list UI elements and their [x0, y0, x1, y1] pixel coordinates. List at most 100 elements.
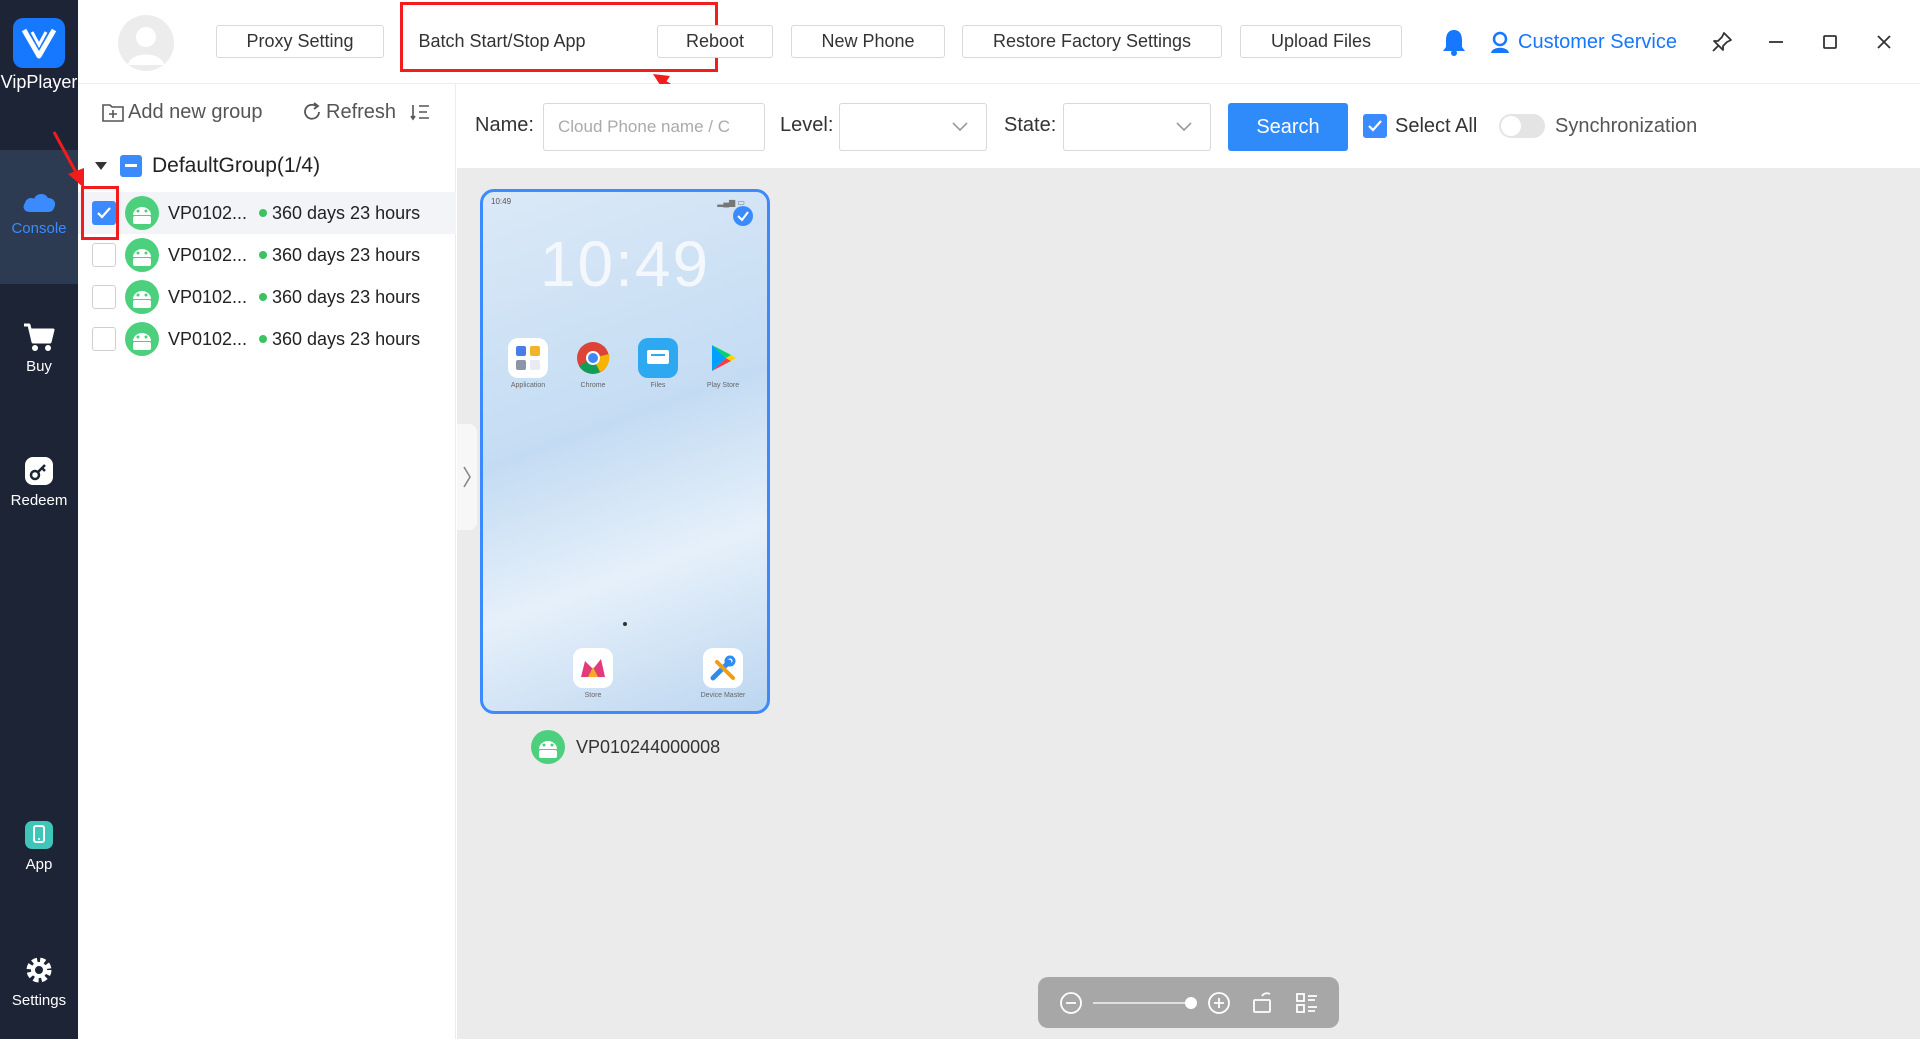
tools-icon	[703, 648, 743, 688]
nav-redeem[interactable]: Redeem	[0, 456, 78, 509]
gear-icon	[26, 957, 52, 983]
nav-console-label: Console	[11, 220, 67, 237]
online-status-dot	[259, 335, 267, 343]
device-remaining-time: 360 days 23 hours	[272, 202, 421, 223]
online-status-dot	[259, 293, 267, 301]
select-all-checkbox[interactable]: Select All	[1363, 114, 1477, 138]
nav-app[interactable]: App	[0, 820, 78, 873]
zoom-slider-track[interactable]	[1093, 1002, 1193, 1004]
nav-redeem-label: Redeem	[10, 492, 68, 509]
sort-list-icon[interactable]	[410, 98, 430, 126]
cloud-phone-card[interactable]: 10:49 ▂▄▆ ▭ 10:49 Application Chrome Fil…	[480, 189, 770, 714]
app-files[interactable]: Files	[631, 338, 685, 389]
vipplayer-logo-icon	[13, 18, 65, 68]
device-checkbox[interactable]	[92, 285, 116, 309]
group-header[interactable]: DefaultGroup(1/4)	[94, 150, 320, 182]
device-name: VP0102...	[168, 286, 248, 307]
device-row[interactable]: VP0102... 360 days 23 hours	[78, 276, 456, 318]
synchronization-toggle[interactable]: Synchronization	[1499, 114, 1697, 138]
upload-files-button[interactable]: Upload Files	[1240, 25, 1402, 58]
android-device-icon	[125, 196, 159, 230]
state-filter-label: State:	[1004, 114, 1057, 136]
chevron-right-icon	[463, 466, 471, 488]
android-device-icon	[125, 238, 159, 272]
reboot-button[interactable]: Reboot	[657, 25, 773, 58]
pin-icon[interactable]	[1708, 28, 1736, 56]
main-panel: Name: Cloud Phone name / C Level: State:…	[457, 84, 1920, 1039]
refresh-label: Refresh	[326, 100, 397, 123]
new-phone-button[interactable]: New Phone	[791, 25, 945, 58]
select-all-label: Select All	[1395, 114, 1478, 137]
key-icon	[25, 457, 53, 485]
toggle-switch	[1499, 114, 1545, 138]
online-status-dot	[259, 251, 267, 259]
device-row[interactable]: VP0102... 360 days 23 hours	[78, 234, 456, 276]
nav-settings-label: Settings	[11, 992, 67, 1009]
android-device-icon	[531, 730, 565, 764]
user-avatar[interactable]	[118, 15, 174, 71]
collapse-sidebar-handle[interactable]	[457, 424, 477, 530]
device-row[interactable]: VP0102... 360 days 23 hours	[78, 192, 456, 234]
zoom-slider-knob[interactable]	[1185, 997, 1197, 1009]
chevron-down-icon	[952, 122, 968, 132]
group-label: DefaultGroup(1/4)	[152, 154, 321, 177]
name-filter-input[interactable]: Cloud Phone name / C	[543, 103, 765, 151]
zoom-toolbar	[1038, 977, 1339, 1028]
device-remaining-time: 360 days 23 hours	[272, 328, 421, 349]
app-store[interactable]: Store	[566, 648, 620, 699]
synchronization-label: Synchronization	[1555, 114, 1698, 137]
cloud-icon	[23, 193, 56, 212]
refresh-button[interactable]: Refresh	[302, 98, 396, 126]
filter-bar: Name: Cloud Phone name / C Level: State:…	[457, 84, 1920, 168]
level-filter-label: Level:	[780, 114, 834, 136]
app-label: Device Master	[700, 692, 746, 699]
customer-service-link[interactable]: Customer Service	[1488, 28, 1677, 56]
close-icon[interactable]	[1870, 28, 1898, 56]
group-checkbox[interactable]	[120, 155, 142, 177]
add-new-group-label: Add new group	[128, 100, 263, 123]
folder-icon	[508, 338, 548, 378]
app-application[interactable]: Application	[501, 338, 555, 389]
minimize-icon[interactable]	[1762, 28, 1790, 56]
customer-service-icon	[1491, 31, 1509, 53]
device-checkbox[interactable]	[92, 327, 116, 351]
notification-bell-icon[interactable]	[1440, 28, 1468, 56]
app-device-master[interactable]: Device Master	[696, 648, 750, 699]
proxy-setting-button[interactable]: Proxy Setting	[216, 25, 384, 58]
add-new-group-button[interactable]: Add new group	[102, 98, 263, 126]
refresh-icon	[304, 102, 320, 120]
zoom-in-icon[interactable]	[1206, 990, 1232, 1016]
android-device-icon	[125, 280, 159, 314]
layout-list-icon[interactable]	[1294, 990, 1320, 1016]
play-store-icon	[703, 338, 743, 378]
chrome-icon	[573, 338, 613, 378]
nav-settings[interactable]: Settings	[0, 954, 78, 1009]
online-status-dot	[259, 209, 267, 217]
checkbox-checked-icon	[1363, 114, 1387, 138]
rotate-icon[interactable]	[1250, 990, 1276, 1016]
app-label: Play Store	[706, 382, 740, 389]
device-remaining-time: 360 days 23 hours	[272, 286, 421, 307]
device-row[interactable]: VP0102... 360 days 23 hours	[78, 318, 456, 360]
restore-factory-settings-button[interactable]: Restore Factory Settings	[962, 25, 1222, 58]
level-select[interactable]	[839, 103, 987, 151]
state-select[interactable]	[1063, 103, 1211, 151]
name-filter-label: Name:	[475, 114, 534, 136]
zoom-out-icon[interactable]	[1058, 990, 1084, 1016]
app-chrome[interactable]: Chrome	[566, 338, 620, 389]
nav-buy[interactable]: Buy	[0, 322, 78, 375]
chevron-down-icon	[1176, 122, 1192, 132]
store-icon	[573, 648, 613, 688]
customer-service-label: Customer Service	[1518, 30, 1677, 53]
device-name: VP0102...	[168, 244, 248, 265]
lockscreen-clock: 10:49	[539, 228, 711, 300]
phone-id-label: VP010244000008	[530, 729, 720, 765]
app-name: VipPlayer	[0, 72, 78, 92]
device-name: VP0102...	[168, 328, 248, 349]
maximize-icon[interactable]	[1816, 28, 1844, 56]
phone-status-time: 10:49	[491, 197, 512, 206]
device-checkbox[interactable]	[92, 243, 116, 267]
app-play-store[interactable]: Play Store	[696, 338, 750, 389]
search-button[interactable]: Search	[1228, 103, 1348, 151]
phone-app-icon	[25, 821, 53, 849]
